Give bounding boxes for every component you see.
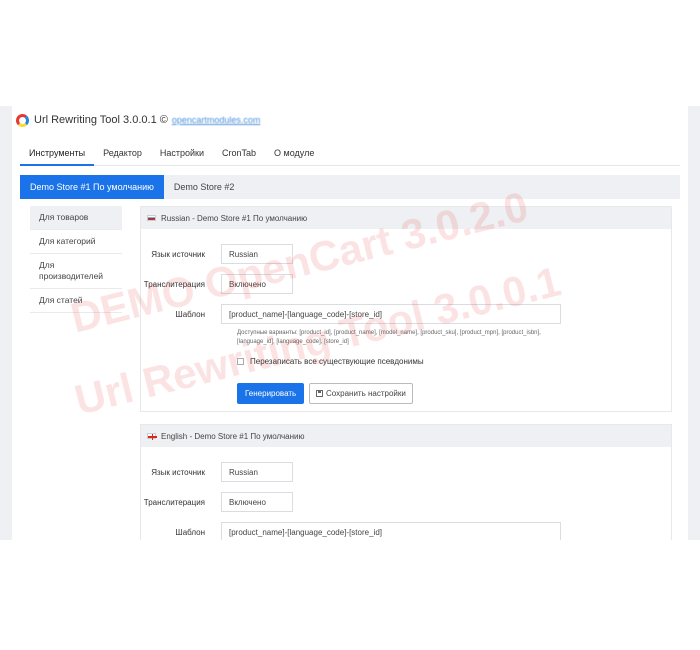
template-label: Шаблон [175,527,205,537]
source-lang-row: Язык источник Russian [141,244,293,264]
russia-flag-icon [147,215,156,221]
section-english: English - Demo Store #1 По умолчанию Язы… [140,424,672,540]
page: Url Rewriting Tool 3.0.0.1 © opencartmod… [0,0,700,650]
save-settings-label: Сохранить настройки [326,389,406,398]
translit-label: Транслитерация [143,497,205,507]
section-header: Russian - Demo Store #1 По умолчанию [141,207,671,229]
translit-label: Транслитерация [143,279,205,289]
translit-row: Транслитерация Включено [141,492,293,512]
app-title: Url Rewriting Tool 3.0.0.1 © [34,114,168,126]
overwrite-label: Перезаписать все существующие псевдонимы [250,357,424,366]
vendor-link[interactable]: opencartmodules.com [172,115,261,125]
tab-store-2[interactable]: Demo Store #2 [164,175,245,199]
tab-editor[interactable]: Редактор [94,140,151,166]
translit-row: Транслитерация Включено [141,274,293,294]
template-label: Шаблон [175,309,205,319]
save-icon [316,390,323,397]
nav-item-manufacturers[interactable]: Для производителей [30,254,122,289]
module-panel: Url Rewriting Tool 3.0.0.1 © opencartmod… [12,106,688,540]
template-row: Шаблон [product_name]-[language_code]-[s… [141,304,561,324]
save-settings-button[interactable]: Сохранить настройки [309,383,413,404]
left-nav: Для товаров Для категорий Для производит… [30,206,122,313]
nav-item-products[interactable]: Для товаров [30,206,122,230]
logo-icon [16,113,29,127]
template-help: Доступные варианты: [product_id], [produ… [237,330,541,345]
source-lang-label: Язык источник [151,467,205,477]
england-flag-icon [147,433,157,440]
generate-button[interactable]: Генерировать [237,383,305,404]
source-lang-select[interactable]: Russian [221,462,293,482]
translit-select[interactable]: Включено [221,274,293,294]
section-header: English - Demo Store #1 По умолчанию [141,425,671,447]
template-row: Шаблон [product_name]-[language_code]-[s… [141,522,561,540]
title-bar: Url Rewriting Tool 3.0.0.1 © opencartmod… [12,106,688,134]
nav-item-articles[interactable]: Для статей [30,289,122,313]
store-tabs: Demo Store #1 По умолчанию Demo Store #2 [20,175,680,199]
tab-about[interactable]: О модуле [265,140,323,166]
overwrite-row: Перезаписать все существующие псевдонимы [237,357,424,366]
template-input[interactable]: [product_name]-[language_code]-[store_id… [221,522,561,540]
source-lang-label: Язык источник [151,249,205,259]
tab-tools[interactable]: Инструменты [20,140,95,166]
translit-select[interactable]: Включено [221,492,293,512]
section-title: English - Demo Store #1 По умолчанию [161,431,305,441]
main-tabs: Инструменты Редактор Настройки CronTab О… [20,140,680,166]
source-lang-select[interactable]: Russian [221,244,293,264]
nav-item-categories[interactable]: Для категорий [30,230,122,254]
section-title: Russian - Demo Store #1 По умолчанию [161,213,308,223]
tab-crontab[interactable]: CronTab [213,140,265,166]
section-russian: Russian - Demo Store #1 По умолчанию Язы… [140,206,672,412]
tab-settings[interactable]: Настройки [151,140,213,166]
template-input[interactable]: [product_name]-[language_code]-[store_id… [221,304,561,324]
tab-store-1[interactable]: Demo Store #1 По умолчанию [20,175,164,199]
source-lang-row: Язык источник Russian [141,462,293,482]
overwrite-checkbox[interactable] [237,358,244,365]
